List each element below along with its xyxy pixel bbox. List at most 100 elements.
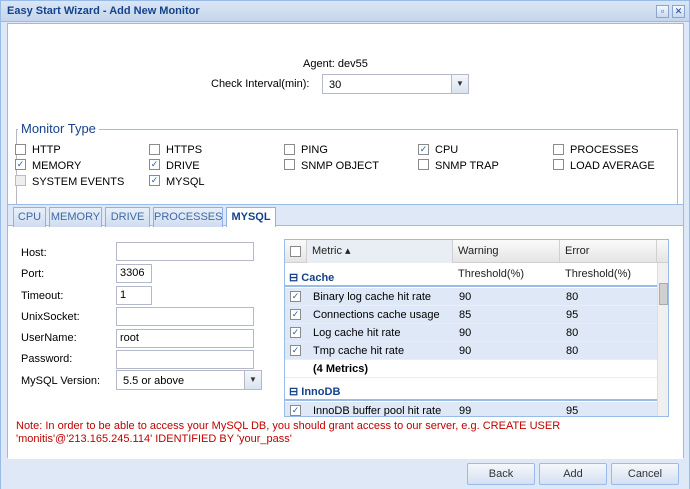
tab-processes[interactable]: PROCESSES — [153, 207, 223, 227]
system-events-label: SYSTEM EVENTS — [32, 176, 125, 188]
tab-mysql[interactable]: MYSQL — [226, 207, 276, 228]
load-average-label: LOAD AVERAGE — [570, 160, 655, 172]
port-input[interactable]: 3306 — [116, 264, 152, 283]
port-label: Port: — [21, 268, 45, 280]
metric-cell: Tmp cache hit rate — [313, 345, 405, 357]
row-checkbox[interactable]: ✓ — [290, 309, 301, 320]
check-interval-select[interactable]: 30 ▼ — [322, 74, 469, 94]
table-row[interactable]: ✓ Binary log cache hit rate 90 80 — [285, 288, 657, 306]
row-checkbox[interactable]: ✓ — [290, 327, 301, 338]
unixsocket-label: UnixSocket: — [21, 311, 80, 323]
https-checkbox[interactable] — [149, 144, 160, 155]
drive-checkbox[interactable]: ✓ — [149, 159, 160, 170]
warning-cell: 99 — [459, 405, 472, 417]
mysql-label: MYSQL — [166, 176, 205, 188]
snmp-object-label: SNMP OBJECT — [301, 160, 380, 172]
row-checkbox[interactable]: ✓ — [290, 405, 301, 416]
mysql-version-label: MySQL Version: — [21, 375, 101, 387]
metric-cell: InnoDB buffer pool hit rate — [313, 405, 442, 417]
http-checkbox[interactable] — [15, 144, 26, 155]
tab-memory[interactable]: MEMORY — [49, 207, 102, 227]
error-cell: 80 — [566, 345, 579, 357]
ping-label: PING — [301, 144, 328, 156]
cpu-label: CPU — [435, 144, 459, 156]
memory-label: MEMORY — [32, 160, 82, 172]
drive-label: DRIVE — [166, 160, 200, 172]
select-all-checkbox[interactable] — [290, 246, 301, 257]
https-label: HTTPS — [166, 144, 203, 156]
password-input[interactable] — [116, 350, 254, 369]
group-cache[interactable]: ⊟ Cache — [289, 271, 334, 284]
back-button[interactable]: Back — [467, 463, 535, 485]
table-row[interactable]: ✓ InnoDB buffer pool hit rate 99 95 — [285, 402, 657, 417]
group-summary-row: (4 Metrics) — [285, 360, 657, 378]
add-button[interactable]: Add — [539, 463, 607, 485]
ping-checkbox[interactable] — [284, 144, 295, 155]
table-row[interactable]: ✓ Tmp cache hit rate 90 80 — [285, 342, 657, 360]
http-label: HTTP — [32, 144, 61, 156]
warning-cell: 90 — [459, 345, 472, 357]
chevron-down-icon[interactable]: ▼ — [451, 75, 468, 93]
host-label: Host: — [21, 247, 47, 259]
timeout-label: Timeout: — [21, 290, 64, 302]
wizard-body: Agent: dev55 Check Interval(min): 30 ▼ M… — [7, 23, 684, 459]
mysql-access-note: Note: In order to be able to access your… — [16, 420, 561, 445]
chevron-down-icon[interactable]: ▼ — [244, 371, 261, 389]
memory-checkbox[interactable]: ✓ — [15, 159, 26, 170]
group-divider — [285, 285, 657, 287]
warning-cell: 85 — [459, 309, 472, 321]
warning-cell: 90 — [459, 327, 472, 339]
processes-checkbox[interactable] — [553, 144, 564, 155]
metric-cell: Binary log cache hit rate — [313, 291, 432, 303]
group-innodb[interactable]: ⊟ InnoDB — [289, 385, 340, 398]
row-checkbox[interactable]: ✓ — [290, 291, 301, 302]
metric-cell: Log cache hit rate — [313, 327, 401, 339]
system-events-checkbox[interactable] — [15, 175, 26, 186]
tab-drive[interactable]: DRIVE — [105, 207, 150, 227]
agent-value: dev55 — [337, 58, 368, 70]
error-column-header[interactable]: Error Threshold(%) — [560, 240, 657, 280]
table-row[interactable]: ✓ Connections cache usage 85 95 — [285, 306, 657, 324]
snmp-trap-label: SNMP TRAP — [435, 160, 499, 172]
agent-label: Agent: dev55 — [303, 58, 368, 70]
error-cell: 80 — [566, 291, 579, 303]
mysql-checkbox[interactable]: ✓ — [149, 175, 160, 186]
load-average-checkbox[interactable] — [553, 159, 564, 170]
timeout-input[interactable]: 1 — [116, 286, 152, 305]
cpu-checkbox[interactable]: ✓ — [418, 144, 429, 155]
close-icon[interactable]: ✕ — [672, 5, 685, 18]
restore-icon[interactable]: ▫ — [656, 5, 669, 18]
warning-cell: 90 — [459, 291, 472, 303]
grid-scrollbar[interactable] — [657, 263, 668, 416]
row-checkbox[interactable]: ✓ — [290, 345, 301, 356]
username-input[interactable]: root — [116, 329, 254, 348]
select-all-header[interactable] — [285, 240, 307, 263]
wizard-footer: Back Add Cancel — [1, 459, 689, 489]
check-interval-value: 30 — [329, 79, 342, 91]
metric-cell: Connections cache usage — [313, 309, 440, 321]
tab-cpu[interactable]: CPU — [13, 207, 46, 227]
processes-label: PROCESSES — [570, 144, 639, 156]
tab-bar: CPU MEMORY DRIVE PROCESSES MYSQL — [8, 204, 683, 228]
snmp-object-checkbox[interactable] — [284, 159, 295, 170]
grid-header: Metric ▴ Warning Threshold(%) Error Thre… — [285, 240, 668, 280]
title-bar: Easy Start Wizard - Add New Monitor ▫ ✕ — [1, 1, 689, 22]
error-cell: 95 — [566, 405, 579, 417]
table-row[interactable]: ✓ Log cache hit rate 90 80 — [285, 324, 657, 342]
mysql-version-select[interactable]: 5.5 or above ▼ — [116, 370, 262, 390]
error-cell: 80 — [566, 327, 579, 339]
window-title: Easy Start Wizard - Add New Monitor — [7, 5, 200, 17]
warning-column-header[interactable]: Warning Threshold(%) — [453, 240, 560, 280]
unixsocket-input[interactable] — [116, 307, 254, 326]
check-interval-label: Check Interval(min): — [211, 78, 310, 90]
wizard-window: Easy Start Wizard - Add New Monitor ▫ ✕ … — [0, 0, 690, 489]
cancel-button[interactable]: Cancel — [611, 463, 679, 485]
metric-column-header[interactable]: Metric ▴ — [307, 240, 453, 263]
monitor-type-legend: Monitor Type — [18, 121, 99, 136]
error-cell: 95 — [566, 309, 579, 321]
host-input[interactable] — [116, 242, 254, 261]
mysql-version-value: 5.5 or above — [123, 375, 185, 387]
group-divider — [285, 399, 657, 401]
scrollbar-thumb[interactable] — [659, 283, 668, 305]
snmp-trap-checkbox[interactable] — [418, 159, 429, 170]
